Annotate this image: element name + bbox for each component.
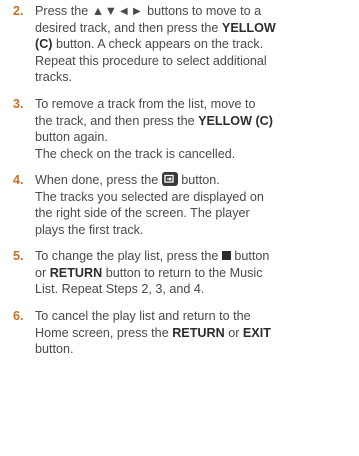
step-text: To remove a track from the list, move to… bbox=[35, 96, 351, 162]
text: desired track, and then press the bbox=[35, 20, 219, 35]
step-line: the right side of the screen. The player bbox=[35, 206, 250, 220]
text: To change the play list, press the bbox=[35, 249, 219, 263]
button-name: RETURN bbox=[172, 325, 225, 340]
text: or bbox=[228, 325, 240, 340]
step-line: button. bbox=[35, 342, 74, 356]
text: button to return to the Music bbox=[105, 265, 263, 280]
step-number: 2. bbox=[13, 4, 24, 18]
step-text: Press the ▲▼◄► buttons to move to a desi… bbox=[35, 3, 351, 86]
step-line: The check on the track is cancelled. bbox=[35, 146, 236, 161]
step-text: When done, press the button. The tracks … bbox=[35, 172, 351, 238]
button-name: YELLOW (C) bbox=[198, 113, 273, 128]
text: When done, press the bbox=[35, 173, 159, 187]
step-line: desired track, and then press the YELLOW bbox=[35, 20, 351, 37]
step-line: List. Repeat Steps 2, 3, and 4. bbox=[35, 282, 205, 296]
step-text: To change the play list, press the butto… bbox=[35, 248, 351, 298]
step-line: or RETURN button to return to the Music bbox=[35, 265, 351, 282]
step-text: To cancel the play list and return to th… bbox=[35, 308, 351, 358]
step-number: 4. bbox=[13, 173, 24, 187]
step-line: button again. bbox=[35, 130, 108, 144]
step-number: 5. bbox=[13, 249, 24, 263]
text: buttons to move to a bbox=[147, 4, 262, 18]
step-line: To cancel the play list and return to th… bbox=[35, 309, 251, 323]
step-line: the track, and then press the YELLOW (C) bbox=[35, 113, 351, 130]
button-name: (C) bbox=[35, 37, 53, 51]
step-line: To change the play list, press the butto… bbox=[35, 248, 351, 265]
button-name: RETURN bbox=[49, 265, 103, 280]
button-name: YELLOW bbox=[221, 20, 276, 35]
text: or bbox=[35, 265, 47, 280]
step-line: tracks. bbox=[35, 70, 73, 84]
enter-icon bbox=[161, 172, 178, 186]
text: Home screen, press the bbox=[35, 325, 169, 340]
button-name: EXIT bbox=[242, 325, 271, 340]
text: Press the bbox=[35, 4, 89, 18]
text: button. bbox=[181, 173, 220, 187]
text: the track, and then press the bbox=[35, 113, 195, 128]
stop-icon bbox=[221, 251, 231, 260]
text: button. A check appears on the track. bbox=[55, 37, 264, 51]
step-line: To remove a track from the list, move to bbox=[35, 97, 256, 111]
step-number: 3. bbox=[13, 97, 24, 111]
step-line: (C) button. A check appears on the track… bbox=[35, 36, 351, 53]
step-line: Press the ▲▼◄► buttons to move to a bbox=[35, 3, 351, 20]
step-line: Home screen, press the RETURN or EXIT bbox=[35, 325, 351, 342]
step-number: 6. bbox=[13, 309, 24, 323]
text: button bbox=[234, 249, 270, 263]
arrow-buttons-glyph: ▲▼◄► bbox=[91, 4, 144, 18]
step-line: plays the first track. bbox=[35, 222, 144, 237]
step-line: The tracks you selected are displayed on bbox=[35, 189, 264, 204]
step-line: When done, press the button. bbox=[35, 172, 351, 189]
step-line: Repeat this procedure to select addition… bbox=[35, 53, 267, 68]
